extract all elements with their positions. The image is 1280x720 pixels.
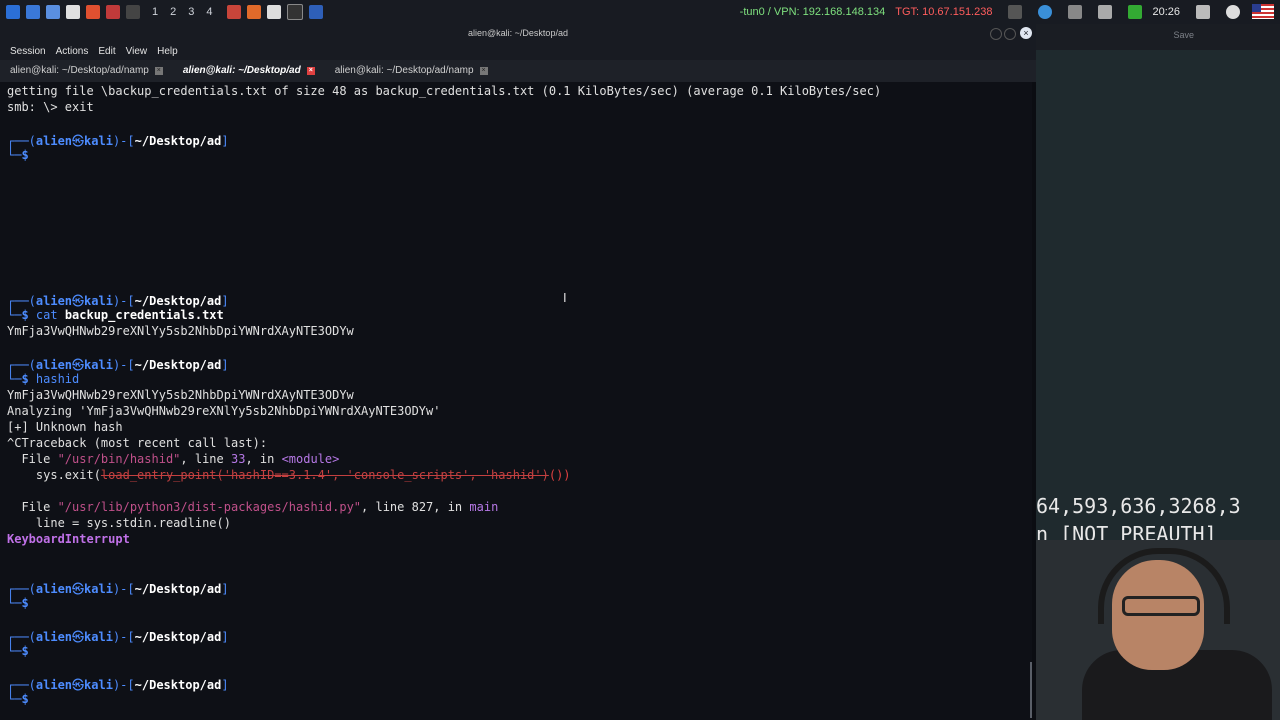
output-line: YmFja3VwQHNwb29reXNlYy5sb2NhbDpiYWNrdXAy… <box>7 388 354 402</box>
close-icon[interactable]: × <box>1020 27 1032 39</box>
window-titlebar: alien@kali: ~/Desktop/ad × <box>0 24 1036 42</box>
document-icon[interactable] <box>66 5 80 19</box>
desktop-icon[interactable] <box>26 5 40 19</box>
menu-view[interactable]: View <box>126 46 148 57</box>
terminal-tabs: alien@kali: ~/Desktop/ad/namp × alien@ka… <box>0 60 1036 82</box>
prompt-line: ┌──(alien㉿kali)-[~/Desktop/ad] <box>7 630 229 644</box>
output-line: smb: \> exit <box>7 100 94 114</box>
target-ip: TGT: 10.67.151.238 <box>895 6 993 18</box>
notification-bell-icon[interactable] <box>1098 5 1113 19</box>
app-icon-firefox[interactable] <box>246 5 261 19</box>
traceback-line: File "/usr/bin/hashid", line 33, in <mod… <box>7 452 340 466</box>
display-icon[interactable] <box>1008 5 1023 19</box>
prompt-input-line: └─$ <box>7 692 29 706</box>
menu-help[interactable]: Help <box>157 46 178 57</box>
save-button[interactable]: Save <box>1173 30 1194 40</box>
prompt-line: ┌──(alien㉿kali)-[~/Desktop/ad] <box>7 294 229 308</box>
traceback-line: sys.exit(load_entry_point('hashID==3.1.4… <box>7 468 571 482</box>
vpn-status: -tun0 / VPN: 192.168.148.134 <box>739 6 886 18</box>
traceback-line: line = sys.stdin.readline() <box>7 516 231 530</box>
menu-bar: Session Actions Edit View Help <box>0 42 1036 60</box>
kali-menu-icon[interactable] <box>6 5 20 19</box>
prompt-line: ┌──(alien㉿kali)-[~/Desktop/ad] <box>7 678 229 692</box>
maximize-icon[interactable] <box>1004 28 1016 40</box>
lock-icon[interactable] <box>1196 5 1210 19</box>
workspace-1[interactable]: 1 <box>152 6 158 18</box>
prompt-input-line: └─$ <box>7 644 29 658</box>
workspace-4[interactable]: 4 <box>206 6 212 18</box>
command-line: └─$ hashid <box>7 372 80 386</box>
overlay-ports-text: 64,593,636,3268,3 <box>1036 494 1241 518</box>
traceback-line: File "/usr/lib/python3/dist-packages/has… <box>7 500 499 514</box>
workspace-3[interactable]: 3 <box>188 6 194 18</box>
volume-icon[interactable] <box>1068 5 1083 19</box>
app-icon-terminal[interactable] <box>286 4 303 20</box>
us-flag-icon[interactable] <box>1250 4 1274 20</box>
power-icon[interactable] <box>1226 5 1240 19</box>
terminal-icon[interactable] <box>126 5 140 19</box>
tab-close-icon[interactable]: × <box>154 67 163 75</box>
menu-session[interactable]: Session <box>10 46 46 57</box>
files-icon[interactable] <box>46 5 60 19</box>
output-line: YmFja3VwQHNwb29reXNlYy5sb2NhbDpiYWNrdXAy… <box>7 324 354 338</box>
clock: 20:26 <box>1152 6 1180 18</box>
text-cursor-icon: I <box>563 290 567 305</box>
side-panel-toolbar: Save <box>1036 24 1280 50</box>
battery-icon <box>1128 5 1143 19</box>
tab-close-icon[interactable]: × <box>306 67 315 75</box>
tab-close-icon[interactable]: × <box>479 67 488 75</box>
output-line: ^CTraceback (most recent call last): <box>7 436 268 450</box>
vpn-icon[interactable] <box>1038 5 1053 19</box>
minimize-icon[interactable] <box>990 28 1002 40</box>
window-title: alien@kali: ~/Desktop/ad <box>468 28 568 38</box>
output-line: [+] Unknown hash <box>7 420 123 434</box>
prompt-line: ┌──(alien㉿kali)-[~/Desktop/ad] <box>7 582 229 596</box>
tab-label: alien@kali: ~/Desktop/ad <box>182 65 301 76</box>
output-line: Analyzing 'YmFja3VwQHNwb29reXNlYy5sb2Nhb… <box>7 404 441 418</box>
tab-label: alien@kali: ~/Desktop/ad/namp <box>10 65 149 76</box>
tab-ad-active[interactable]: alien@kali: ~/Desktop/ad × <box>173 60 325 82</box>
burp-icon[interactable] <box>106 5 120 19</box>
prompt-input-line: └─$ <box>7 596 29 610</box>
tab-label: alien@kali: ~/Desktop/ad/namp <box>334 65 474 76</box>
output-line: getting file \backup_credentials.txt of … <box>7 84 882 98</box>
terminal-output[interactable]: getting file \backup_credentials.txt of … <box>0 82 1032 720</box>
error-line: KeyboardInterrupt <box>7 532 130 546</box>
app-icon-editor[interactable] <box>266 5 281 19</box>
app-icon-folder[interactable] <box>308 5 323 19</box>
prompt-line: ┌──(alien㉿kali)-[~/Desktop/ad] <box>7 134 229 148</box>
command-line: └─$ cat backup_credentials.txt <box>7 308 224 322</box>
prompt-line: ┌──(alien㉿kali)-[~/Desktop/ad] <box>7 358 229 372</box>
glasses-icon <box>1122 596 1200 616</box>
terminal-scrollbar[interactable] <box>1030 662 1032 718</box>
tab-namp-2[interactable]: alien@kali: ~/Desktop/ad/namp × <box>325 60 498 82</box>
firefox-icon[interactable] <box>86 5 100 19</box>
tab-namp-1[interactable]: alien@kali: ~/Desktop/ad/namp × <box>0 60 173 82</box>
app-icon-brave[interactable] <box>226 5 241 19</box>
workspace-2[interactable]: 2 <box>170 6 176 18</box>
prompt-input-line: └─$ <box>7 148 29 162</box>
menu-actions[interactable]: Actions <box>56 46 89 57</box>
menu-edit[interactable]: Edit <box>98 46 115 57</box>
system-taskbar: 1 2 3 4 -tun0 / VPN: 192.168.148.134 TGT… <box>0 0 1280 24</box>
